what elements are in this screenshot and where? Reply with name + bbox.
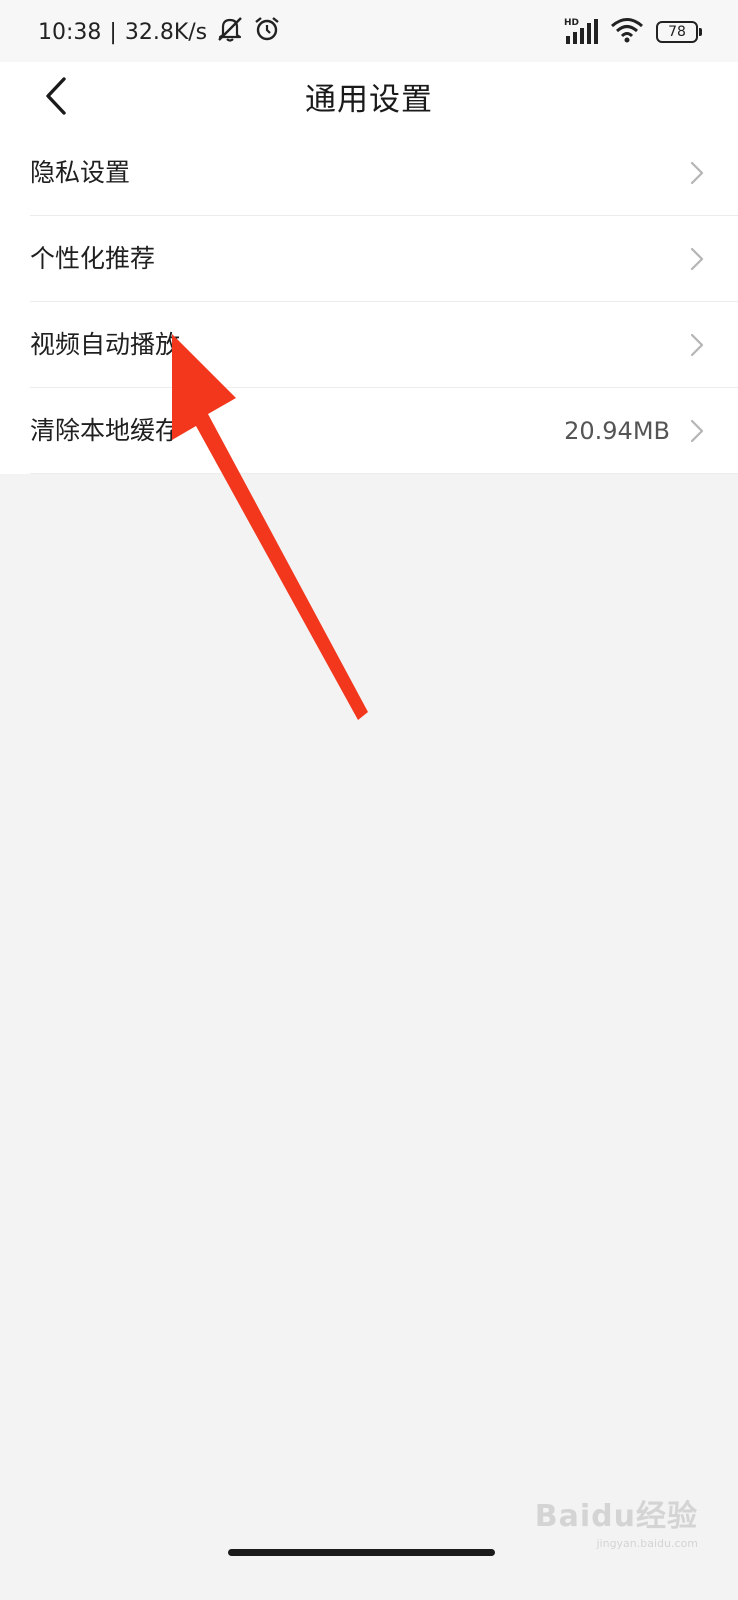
setting-row-clear-cache[interactable]: 清除本地缓存 20.94MB [0, 388, 738, 474]
status-bar: 10:38 | 32.8K/s HD 78 [0, 0, 738, 62]
home-indicator[interactable] [228, 1549, 495, 1556]
setting-row-label: 视频自动播放 [30, 330, 181, 359]
watermark-url: jingyan.baidu.com [596, 1537, 698, 1550]
baidu-watermark: Baidu经验 jingyan.baidu.com [535, 1491, 698, 1550]
setting-row-privacy[interactable]: 隐私设置 [0, 130, 738, 216]
page-title: 通用设置 [305, 82, 433, 118]
setting-row-label: 个性化推荐 [30, 244, 156, 273]
chevron-right-icon [690, 161, 704, 185]
settings-list: 隐私设置 个性化推荐 视频自动播放 清除本地缓存 20.94MB [0, 130, 738, 474]
battery-level: 78 [668, 24, 686, 40]
setting-row-label: 清除本地缓存 [30, 416, 181, 445]
status-right: HD 78 [564, 16, 702, 48]
mute-bell-icon [215, 15, 245, 49]
setting-row-label: 隐私设置 [30, 158, 131, 187]
status-separator: | [109, 19, 117, 45]
chevron-right-icon [690, 247, 704, 271]
app-header: 通用设置 [0, 62, 738, 130]
divider [30, 473, 738, 474]
cellular-signal-icon: HD [564, 18, 598, 46]
alarm-clock-icon [253, 15, 281, 49]
cache-size-value: 20.94MB [564, 417, 670, 445]
status-left: 10:38 | 32.8K/s [38, 16, 281, 48]
network-speed: 32.8K/s [124, 19, 208, 45]
setting-row-video-autoplay[interactable]: 视频自动播放 [0, 302, 738, 388]
setting-row-personalized-recommendation[interactable]: 个性化推荐 [0, 216, 738, 302]
watermark-logo: Baidu经验 [534, 1499, 698, 1534]
wifi-icon [610, 17, 644, 47]
chevron-right-icon [690, 333, 704, 357]
chevron-right-icon [690, 419, 704, 443]
status-time: 10:38 [38, 19, 102, 45]
battery-icon: 78 [656, 21, 702, 43]
